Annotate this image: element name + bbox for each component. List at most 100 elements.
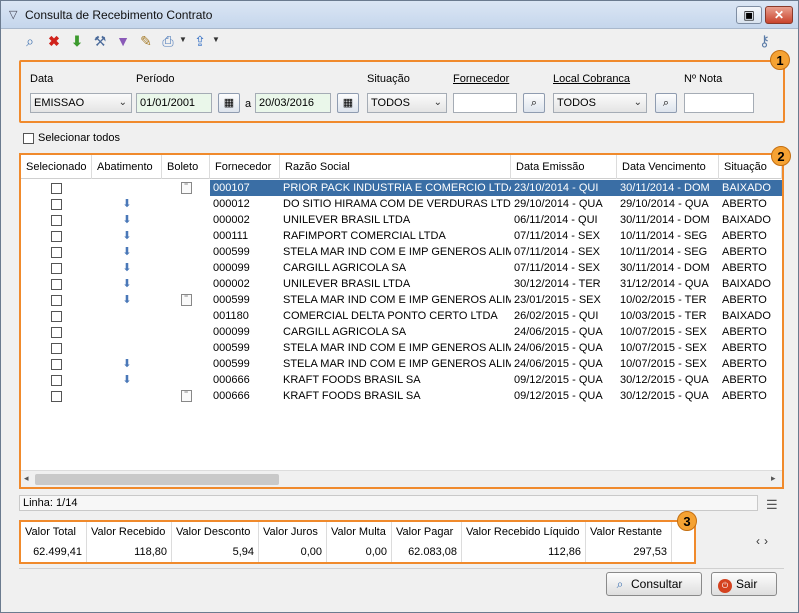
abatimento-icon[interactable]: ⬇ — [122, 246, 131, 258]
column-header[interactable]: Fornecedor — [210, 155, 280, 179]
situacao-cell: ABERTO — [722, 230, 767, 242]
table-row[interactable]: ⬇ 000599 STELA MAR IND COM E IMP GENEROS A… — [21, 244, 782, 260]
local-cobranca-search-button[interactable]: ⌕ — [655, 93, 677, 113]
table-row[interactable]: 001180 COMERCIAL DELTA PONTO CERTO LTDA 26… — [21, 308, 782, 324]
column-header[interactable]: Selecionado — [21, 155, 92, 179]
row-checkbox[interactable] — [51, 390, 62, 402]
abatimento-icon[interactable]: ⬇ — [122, 374, 131, 386]
data-vencimento-cell: 31/12/2014 - QUA — [620, 278, 709, 290]
abatimento-icon[interactable]: ⬇ — [122, 294, 131, 306]
abatimento-icon[interactable]: ⬇ — [122, 358, 131, 370]
print-dropdown-icon[interactable]: ▼ — [179, 35, 187, 44]
abatimento-icon[interactable]: ⬇ — [122, 230, 131, 242]
search-icon[interactable]: ⌕ — [21, 32, 39, 50]
scroll-left-icon[interactable]: ◂ — [24, 473, 29, 484]
data-select[interactable]: EMISSAO ⌄ — [30, 93, 132, 113]
fornecedor-cell: 000099 — [213, 326, 250, 338]
table-row[interactable]: ⬇ 000002 UNILEVER BRASIL LTDA 30/12/2014 - … — [21, 276, 782, 292]
fornecedor-field[interactable] — [453, 93, 517, 113]
fornecedor-label[interactable]: Fornecedor — [453, 73, 509, 85]
abatimento-icon[interactable]: ⬇ — [122, 198, 131, 210]
export-icon[interactable]: ⇪ — [191, 32, 209, 50]
column-header[interactable]: Data Emissão — [511, 155, 617, 179]
chevron-left-icon[interactable]: ‹ — [756, 534, 764, 548]
horizontal-scrollbar[interactable]: ◂ ▸ — [21, 470, 782, 487]
row-checkbox[interactable] — [51, 198, 62, 210]
table-row[interactable]: ≡ 000107 PRIOR PACK INDUSTRIA E COMERCIO L… — [21, 180, 782, 196]
total-column: Valor Desconto 5,94 — [172, 522, 259, 562]
row-checkbox[interactable] — [51, 374, 62, 386]
abatimento-icon[interactable]: ⬇ — [122, 262, 131, 274]
table-row[interactable]: ⬇ 000099 CARGILL AGRICOLA SA 07/11/2014 - S… — [21, 260, 782, 276]
document-icon[interactable]: ≡ — [180, 293, 192, 307]
delete-icon[interactable]: ✖ — [45, 32, 63, 50]
periodo-start-field[interactable]: 01/01/2001 — [136, 93, 212, 113]
table-row[interactable]: ⬇ 000111 RAFIMPORT COMERCIAL LTDA 07/11/201… — [21, 228, 782, 244]
total-column: Valor Recebido 118,80 — [87, 522, 172, 562]
situacao-cell: BAIXADO — [722, 310, 771, 322]
abatimento-icon[interactable]: ⬇ — [122, 214, 131, 226]
select-all-checkbox[interactable]: Selecionar todos — [23, 132, 120, 144]
row-checkbox[interactable] — [51, 342, 62, 354]
sair-button[interactable]: ⏻ Sair — [711, 572, 777, 596]
menu-icon[interactable]: ☰ — [766, 497, 778, 513]
table-row[interactable]: 000099 CARGILL AGRICOLA SA 24/06/2015 - QU… — [21, 324, 782, 340]
calendar-end-button[interactable]: ▦ — [337, 93, 359, 113]
row-checkbox[interactable] — [51, 326, 62, 338]
document-icon[interactable]: ≡ — [180, 389, 192, 403]
table-row[interactable]: ⬇ 000012 DO SITIO HIRAMA COM DE VERDURAS L… — [21, 196, 782, 212]
restore-button[interactable]: ▣ — [736, 6, 762, 24]
data-vencimento-cell: 30/11/2014 - DOM — [620, 262, 710, 274]
title-bar[interactable]: ▽ Consulta de Recebimento Contrato ▣ ✕ — [1, 1, 798, 29]
tools-icon[interactable]: ⚒ — [91, 32, 109, 50]
table-row[interactable]: ⬇ 000002 UNILEVER BRASIL LTDA 06/11/2014 - … — [21, 212, 782, 228]
document-icon[interactable]: ≡ — [180, 181, 192, 195]
abatimento-icon[interactable]: ⬇ — [122, 278, 131, 290]
data-vencimento-cell: 30/11/2014 - DOM — [620, 214, 710, 226]
table-row[interactable]: 000599 STELA MAR IND COM E IMP GENEROS AL… — [21, 340, 782, 356]
column-header[interactable]: Abatimento — [92, 155, 162, 179]
data-vencimento-cell: 30/11/2014 - DOM — [617, 180, 719, 196]
table-row[interactable]: ⬇ 000599 STELA MAR IND COM E IMP GENEROS A… — [21, 356, 782, 372]
boleto-cell — [162, 244, 210, 260]
row-checkbox[interactable] — [51, 294, 62, 306]
column-header[interactable]: Boleto — [162, 155, 210, 179]
periodo-end-field[interactable]: 20/03/2016 — [255, 93, 331, 113]
row-checkbox[interactable] — [51, 262, 62, 274]
consultar-button[interactable]: ⌕ Consultar — [606, 572, 702, 596]
key-icon[interactable]: ⚷ — [759, 32, 770, 50]
table-row[interactable]: ≡ 000666 KRAFT FOODS BRASIL SA 09/12/2015 -… — [21, 388, 782, 404]
total-column: Valor Pagar 62.083,08 — [392, 522, 462, 562]
situacao-cell: ABERTO — [722, 198, 767, 210]
search-icon: ⌕ — [662, 97, 670, 109]
scroll-right-icon[interactable]: ▸ — [771, 473, 776, 484]
row-checkbox[interactable] — [51, 246, 62, 258]
chevron-right-icon[interactable]: › — [764, 534, 772, 548]
row-checkbox[interactable] — [51, 182, 62, 194]
row-checkbox[interactable] — [51, 358, 62, 370]
column-header[interactable]: Data Vencimento — [617, 155, 719, 179]
row-checkbox[interactable] — [51, 230, 62, 242]
local-cobranca-select[interactable]: TODOS ⌄ — [553, 93, 647, 113]
scrollbar-thumb[interactable] — [35, 474, 279, 485]
table-row[interactable]: ⬇ ≡ 000599 STELA MAR IND COM E IMP GENEROS … — [21, 292, 782, 308]
row-checkbox[interactable] — [51, 310, 62, 322]
edit-icon[interactable]: ✎ — [137, 32, 155, 50]
row-checkbox[interactable] — [51, 278, 62, 290]
row-checkbox[interactable] — [51, 214, 62, 226]
export-dropdown-icon[interactable]: ▼ — [212, 35, 220, 44]
total-label: Valor Juros — [263, 526, 318, 538]
situacao-select[interactable]: TODOS ⌄ — [367, 93, 447, 113]
calendar-start-button[interactable]: ▦ — [218, 93, 240, 113]
local-cobranca-label[interactable]: Local Cobranca — [553, 73, 630, 85]
chevron-down-icon: ⌄ — [118, 97, 127, 108]
close-button[interactable]: ✕ — [765, 6, 793, 24]
filter-icon[interactable]: ▼ — [114, 32, 132, 50]
print-icon[interactable]: ⎙ — [159, 32, 177, 50]
download-icon[interactable]: ⬇ — [68, 32, 86, 50]
nota-field[interactable] — [684, 93, 754, 113]
table-row[interactable]: ⬇ 000666 KRAFT FOODS BRASIL SA 09/12/2015 -… — [21, 372, 782, 388]
fornecedor-search-button[interactable]: ⌕ — [523, 93, 545, 113]
fornecedor-cell: 000111 — [213, 230, 249, 242]
column-header[interactable]: Razão Social — [280, 155, 511, 179]
